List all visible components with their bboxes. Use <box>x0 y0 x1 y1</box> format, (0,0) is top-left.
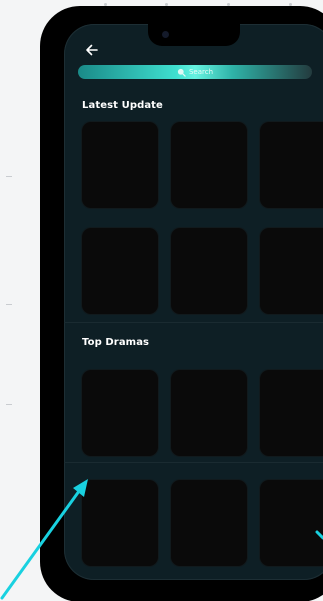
guide-tick <box>6 404 12 405</box>
drama-card[interactable] <box>82 122 158 208</box>
guide-tick <box>6 304 12 305</box>
drama-card[interactable] <box>82 370 158 456</box>
search-bar[interactable]: Search <box>78 65 312 79</box>
section-title-latest-update: Latest Update <box>82 100 163 111</box>
drama-card[interactable] <box>260 480 323 566</box>
phone-notch <box>148 24 240 46</box>
latest-update-row-2 <box>64 228 323 314</box>
latest-update-row-1 <box>64 122 323 208</box>
section-divider <box>64 322 323 323</box>
search-icon <box>177 68 186 77</box>
section-divider <box>64 462 323 463</box>
section-title-top-dramas: Top Dramas <box>82 337 150 348</box>
drama-card[interactable] <box>260 122 323 208</box>
top-dramas-row-2 <box>64 480 323 566</box>
search-placeholder: Search <box>188 67 214 76</box>
drama-card[interactable] <box>171 122 247 208</box>
back-button[interactable] <box>84 42 100 58</box>
design-canvas: Search Latest Update Top Dramas <box>0 0 323 601</box>
search-content: Search <box>177 68 213 77</box>
phone-screen: Search Latest Update Top Dramas <box>64 24 323 580</box>
drama-card[interactable] <box>82 480 158 566</box>
drama-card[interactable] <box>171 228 247 314</box>
arrow-left-icon <box>86 44 98 56</box>
drama-card[interactable] <box>260 370 323 456</box>
drama-card[interactable] <box>82 228 158 314</box>
drama-card[interactable] <box>260 228 323 314</box>
guide-tick <box>6 176 12 177</box>
drama-card[interactable] <box>171 370 247 456</box>
top-dramas-row-1 <box>64 370 323 456</box>
camera-icon <box>162 31 169 38</box>
drama-card[interactable] <box>171 480 247 566</box>
